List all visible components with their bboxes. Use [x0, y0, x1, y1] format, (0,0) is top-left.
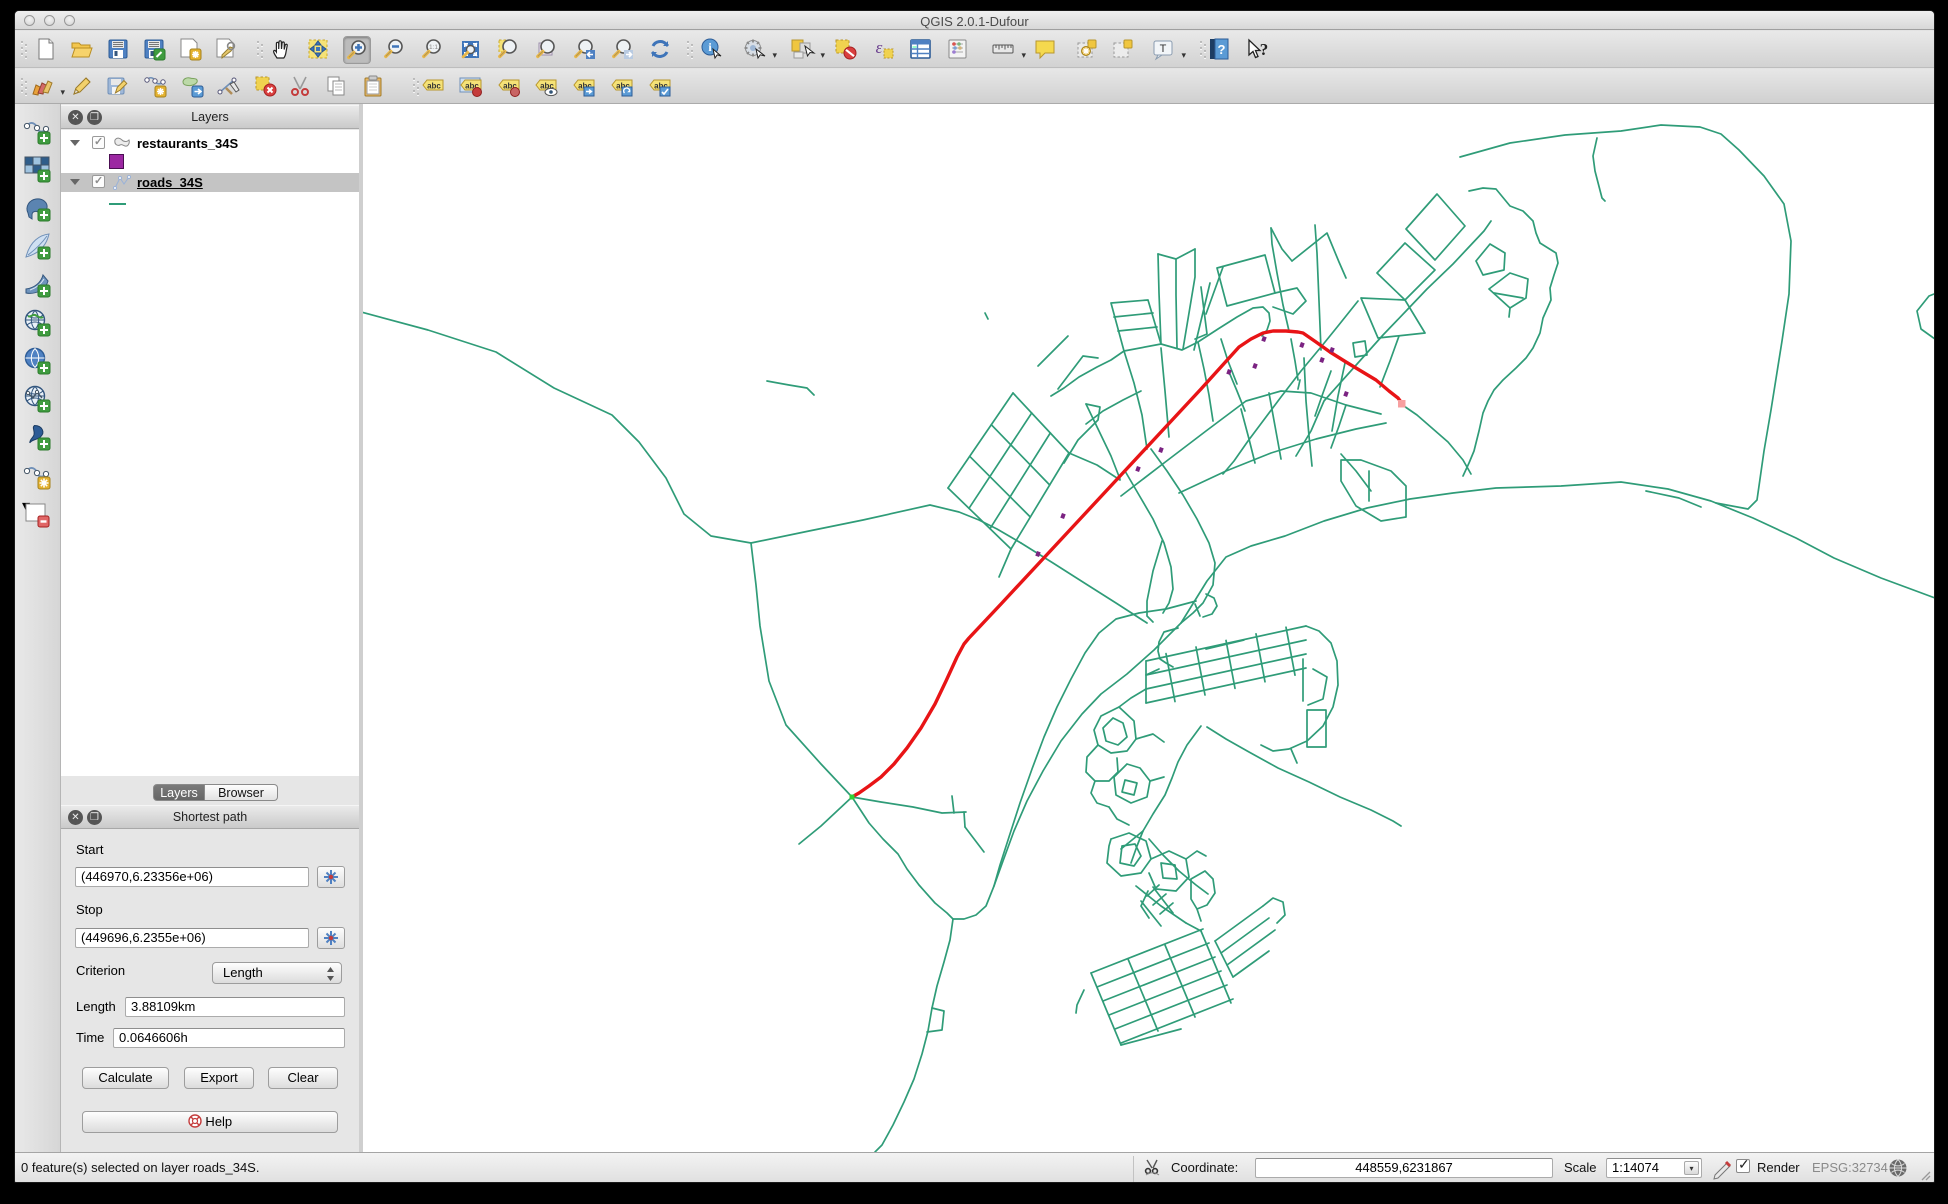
svg-text:abc: abc [427, 82, 441, 91]
svg-text:?: ? [1260, 40, 1269, 59]
svg-text:?: ? [1218, 42, 1226, 57]
svg-text:T: T [1160, 43, 1167, 55]
svg-text:ε: ε [876, 38, 883, 57]
svg-text:1:1: 1:1 [429, 44, 438, 51]
